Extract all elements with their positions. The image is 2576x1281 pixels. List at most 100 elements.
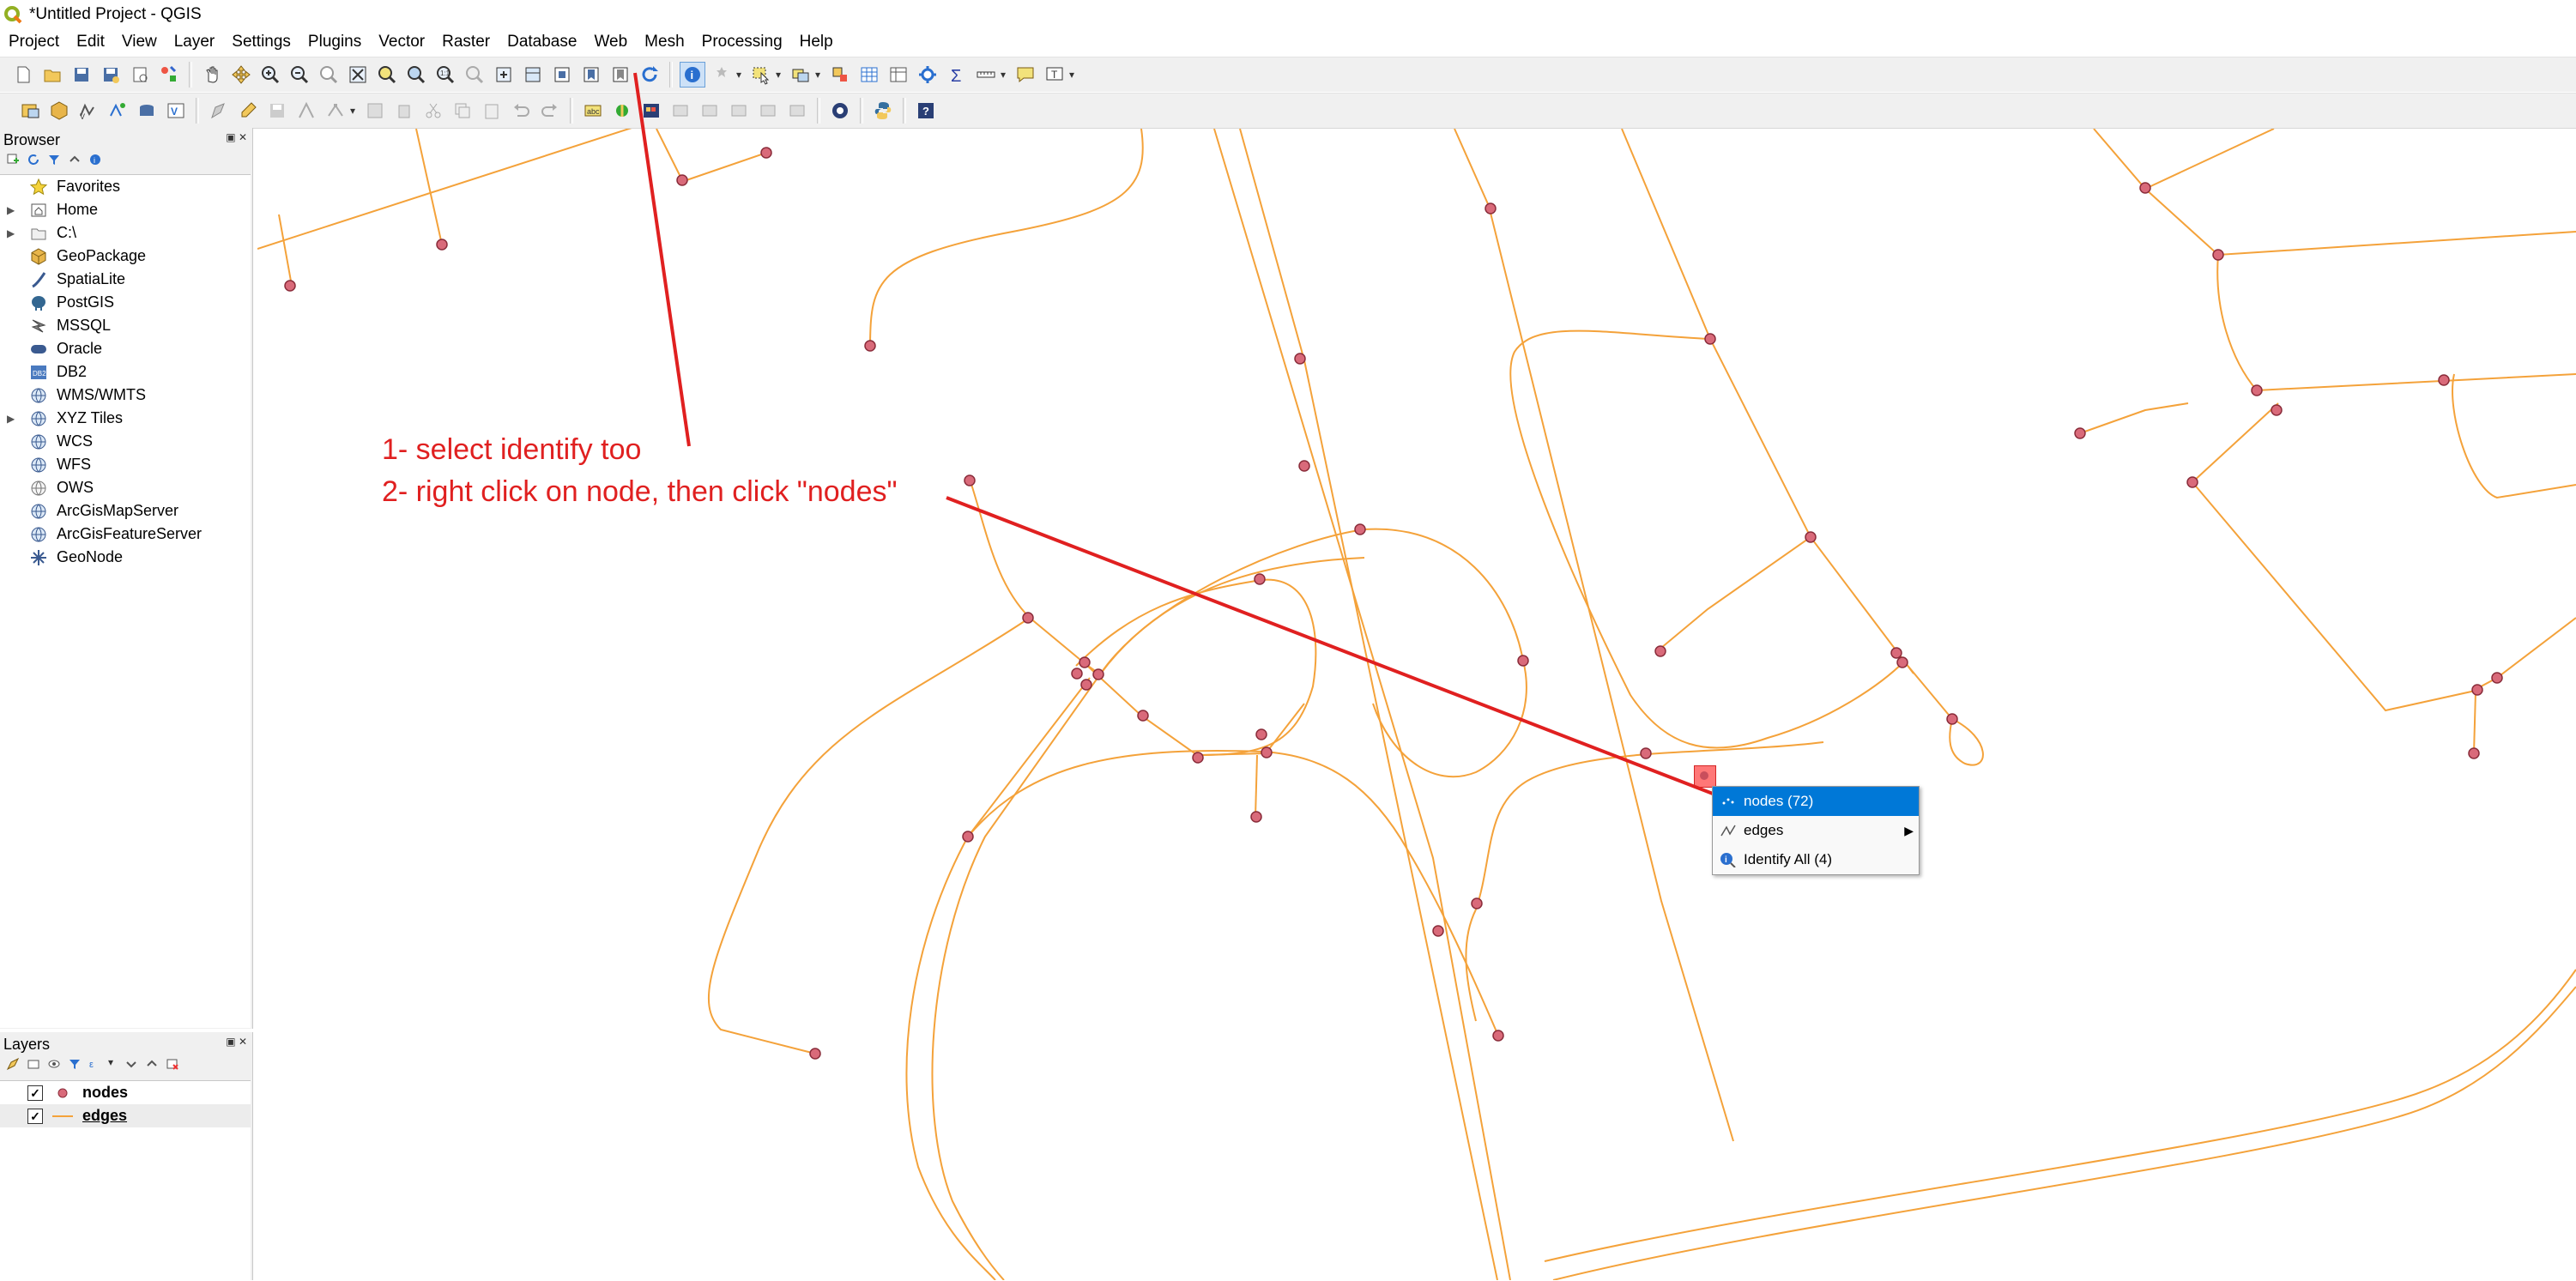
new-bookmark-icon[interactable] <box>578 62 604 88</box>
zoom-to-layer-icon[interactable] <box>403 62 429 88</box>
digitize-icon[interactable] <box>293 98 319 124</box>
menu-raster[interactable]: Raster <box>433 33 499 51</box>
print-layout-icon[interactable] <box>127 62 153 88</box>
browser-item-geopackage[interactable]: GeoPackage <box>0 245 251 268</box>
toggle-editing-icon[interactable] <box>235 98 261 124</box>
select-by-value-icon[interactable] <box>788 62 813 88</box>
statistics-icon[interactable]: Σ <box>944 62 970 88</box>
chevron-down-icon[interactable]: ▾ <box>736 69 747 81</box>
zoom-in-icon[interactable] <box>257 62 283 88</box>
chevron-down-icon[interactable]: ▾ <box>108 1056 118 1075</box>
chevron-down-icon[interactable]: ▾ <box>1001 69 1011 81</box>
zoom-native-icon[interactable]: 1:1 <box>432 62 458 88</box>
panel-float-close-buttons[interactable]: ▣ ✕ <box>226 1036 247 1048</box>
layer-visibility-checkbox[interactable]: ✓ <box>27 1085 43 1101</box>
browser-item-spatialite[interactable]: SpatiaLite <box>0 268 251 291</box>
add-spatialite-icon[interactable] <box>134 98 160 124</box>
browser-item-wcs[interactable]: WCS <box>0 430 251 453</box>
expand-all-icon[interactable] <box>124 1056 139 1072</box>
browser-item-favorites[interactable]: Favorites <box>0 175 251 198</box>
open-project-icon[interactable] <box>39 62 65 88</box>
layer-row-nodes[interactable]: ✓ nodes <box>0 1081 251 1104</box>
layer-diagram-icon[interactable] <box>638 98 664 124</box>
move-label-icon[interactable] <box>726 98 752 124</box>
data-source-manager-icon[interactable] <box>17 98 43 124</box>
new-geopackage-layer-icon[interactable] <box>46 98 72 124</box>
change-label-icon[interactable] <box>784 98 810 124</box>
context-menu-item-nodes[interactable]: nodes (72) <box>1713 787 1919 816</box>
collapse-all-icon[interactable] <box>67 152 82 167</box>
add-delimited-text-icon[interactable] <box>105 98 130 124</box>
save-as-icon[interactable] <box>98 62 124 88</box>
paste-features-icon[interactable] <box>479 98 505 124</box>
rotate-label-icon[interactable] <box>755 98 781 124</box>
context-menu-item-identify-all[interactable]: i Identify All (4) <box>1713 845 1919 874</box>
map-tips-icon[interactable] <box>1013 62 1038 88</box>
collapse-all-icon[interactable] <box>144 1056 160 1072</box>
field-calculator-icon[interactable] <box>886 62 911 88</box>
chevron-down-icon[interactable]: ▾ <box>1069 69 1079 81</box>
chevron-down-icon[interactable]: ▾ <box>815 69 825 81</box>
browser-item-mssql[interactable]: MSSQL <box>0 314 251 337</box>
temporal-controller-icon[interactable] <box>549 62 575 88</box>
expand-arrow-icon[interactable]: ▶ <box>0 413 21 425</box>
zoom-last-icon[interactable] <box>462 62 487 88</box>
label-toolbar-icon[interactable]: abc <box>580 98 606 124</box>
attribute-table-icon[interactable] <box>856 62 882 88</box>
browser-item-xyz-tiles[interactable]: ▶ XYZ Tiles <box>0 407 251 430</box>
context-menu-item-edges[interactable]: edges ▶ <box>1713 816 1919 845</box>
redo-icon[interactable] <box>537 98 563 124</box>
browser-item-postgis[interactable]: PostGIS <box>0 291 251 314</box>
add-selected-layers-icon[interactable] <box>5 152 21 167</box>
zoom-out-icon[interactable] <box>287 62 312 88</box>
add-wms-icon[interactable]: V <box>163 98 189 124</box>
browser-item-c-drive[interactable]: ▶ C:\ <box>0 221 251 245</box>
properties-icon[interactable]: i <box>88 152 103 167</box>
zoom-rubber-band-icon[interactable] <box>316 62 342 88</box>
menu-plugins[interactable]: Plugins <box>299 33 370 51</box>
select-features-icon[interactable] <box>748 62 774 88</box>
show-bookmarks-icon[interactable] <box>608 62 633 88</box>
zoom-next-icon[interactable] <box>491 62 517 88</box>
browser-item-db2[interactable]: DB2 DB2 <box>0 360 251 384</box>
help-icon[interactable]: ? <box>913 98 939 124</box>
delete-selected-icon[interactable] <box>391 98 417 124</box>
menu-vector[interactable]: Vector <box>370 33 433 51</box>
style-manager-icon[interactable] <box>156 62 182 88</box>
browser-item-ows[interactable]: OWS <box>0 476 251 499</box>
browser-item-oracle[interactable]: Oracle <box>0 337 251 360</box>
add-vector-layer-icon[interactable]: V <box>76 98 101 124</box>
show-hide-labels-icon[interactable] <box>697 98 723 124</box>
new-project-icon[interactable] <box>10 62 36 88</box>
menu-view[interactable]: View <box>113 33 166 51</box>
gps-icon[interactable] <box>827 98 853 124</box>
browser-item-geonode[interactable]: GeoNode <box>0 546 251 569</box>
menu-processing[interactable]: Processing <box>693 33 791 51</box>
undo-icon[interactable] <box>508 98 534 124</box>
refresh-icon[interactable] <box>637 62 662 88</box>
menu-mesh[interactable]: Mesh <box>636 33 692 51</box>
chevron-down-icon[interactable]: ▾ <box>350 105 360 117</box>
menu-settings[interactable]: Settings <box>223 33 299 51</box>
current-edits-icon[interactable] <box>206 98 232 124</box>
browser-item-wfs[interactable]: WFS <box>0 453 251 476</box>
pin-labels-icon[interactable] <box>668 98 693 124</box>
menu-project[interactable]: Project <box>0 33 68 51</box>
zoom-to-selection-icon[interactable] <box>374 62 400 88</box>
text-annotation-icon[interactable]: T <box>1042 62 1067 88</box>
chevron-down-icon[interactable]: ▾ <box>776 69 786 81</box>
menu-edit[interactable]: Edit <box>68 33 113 51</box>
filter-legend-icon[interactable]: ε <box>88 1056 103 1072</box>
cut-features-icon[interactable] <box>420 98 446 124</box>
identify-features-icon[interactable]: i <box>680 62 705 88</box>
panel-float-close-buttons[interactable]: ▣ ✕ <box>226 131 247 143</box>
browser-item-arcgis-featureserver[interactable]: ArcGisFeatureServer <box>0 523 251 546</box>
modify-attributes-icon[interactable] <box>362 98 388 124</box>
map-canvas[interactable] <box>257 129 2576 1280</box>
menu-web[interactable]: Web <box>585 33 636 51</box>
copy-features-icon[interactable] <box>450 98 475 124</box>
layer-labeling-icon[interactable] <box>609 98 635 124</box>
manage-visibility-icon[interactable] <box>46 1056 62 1072</box>
layer-visibility-checkbox[interactable]: ✓ <box>27 1108 43 1124</box>
measure-icon[interactable] <box>973 62 999 88</box>
